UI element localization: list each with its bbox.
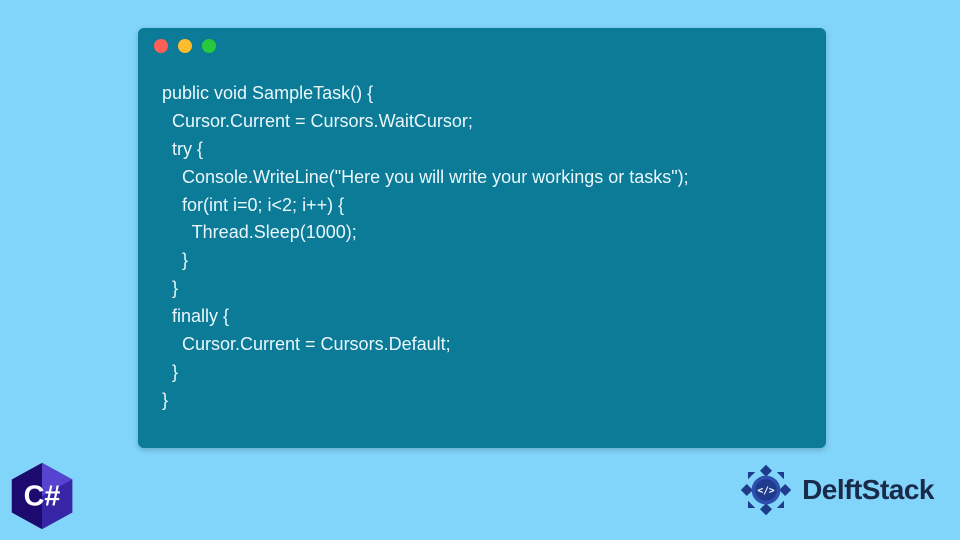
csharp-language-badge: C# — [6, 460, 78, 532]
brand-medallion-icon: </> — [736, 460, 796, 520]
code-snippet: public void SampleTask() { Cursor.Curren… — [138, 64, 826, 435]
maximize-icon — [202, 39, 216, 53]
brand-name: DelftStack — [802, 474, 934, 506]
brand-logo: </> DelftStack — [736, 460, 934, 520]
brand-code-icon: </> — [757, 486, 775, 497]
csharp-label: C# — [24, 480, 61, 512]
code-window: public void SampleTask() { Cursor.Curren… — [138, 28, 826, 448]
close-icon — [154, 39, 168, 53]
window-titlebar — [138, 28, 826, 64]
minimize-icon — [178, 39, 192, 53]
